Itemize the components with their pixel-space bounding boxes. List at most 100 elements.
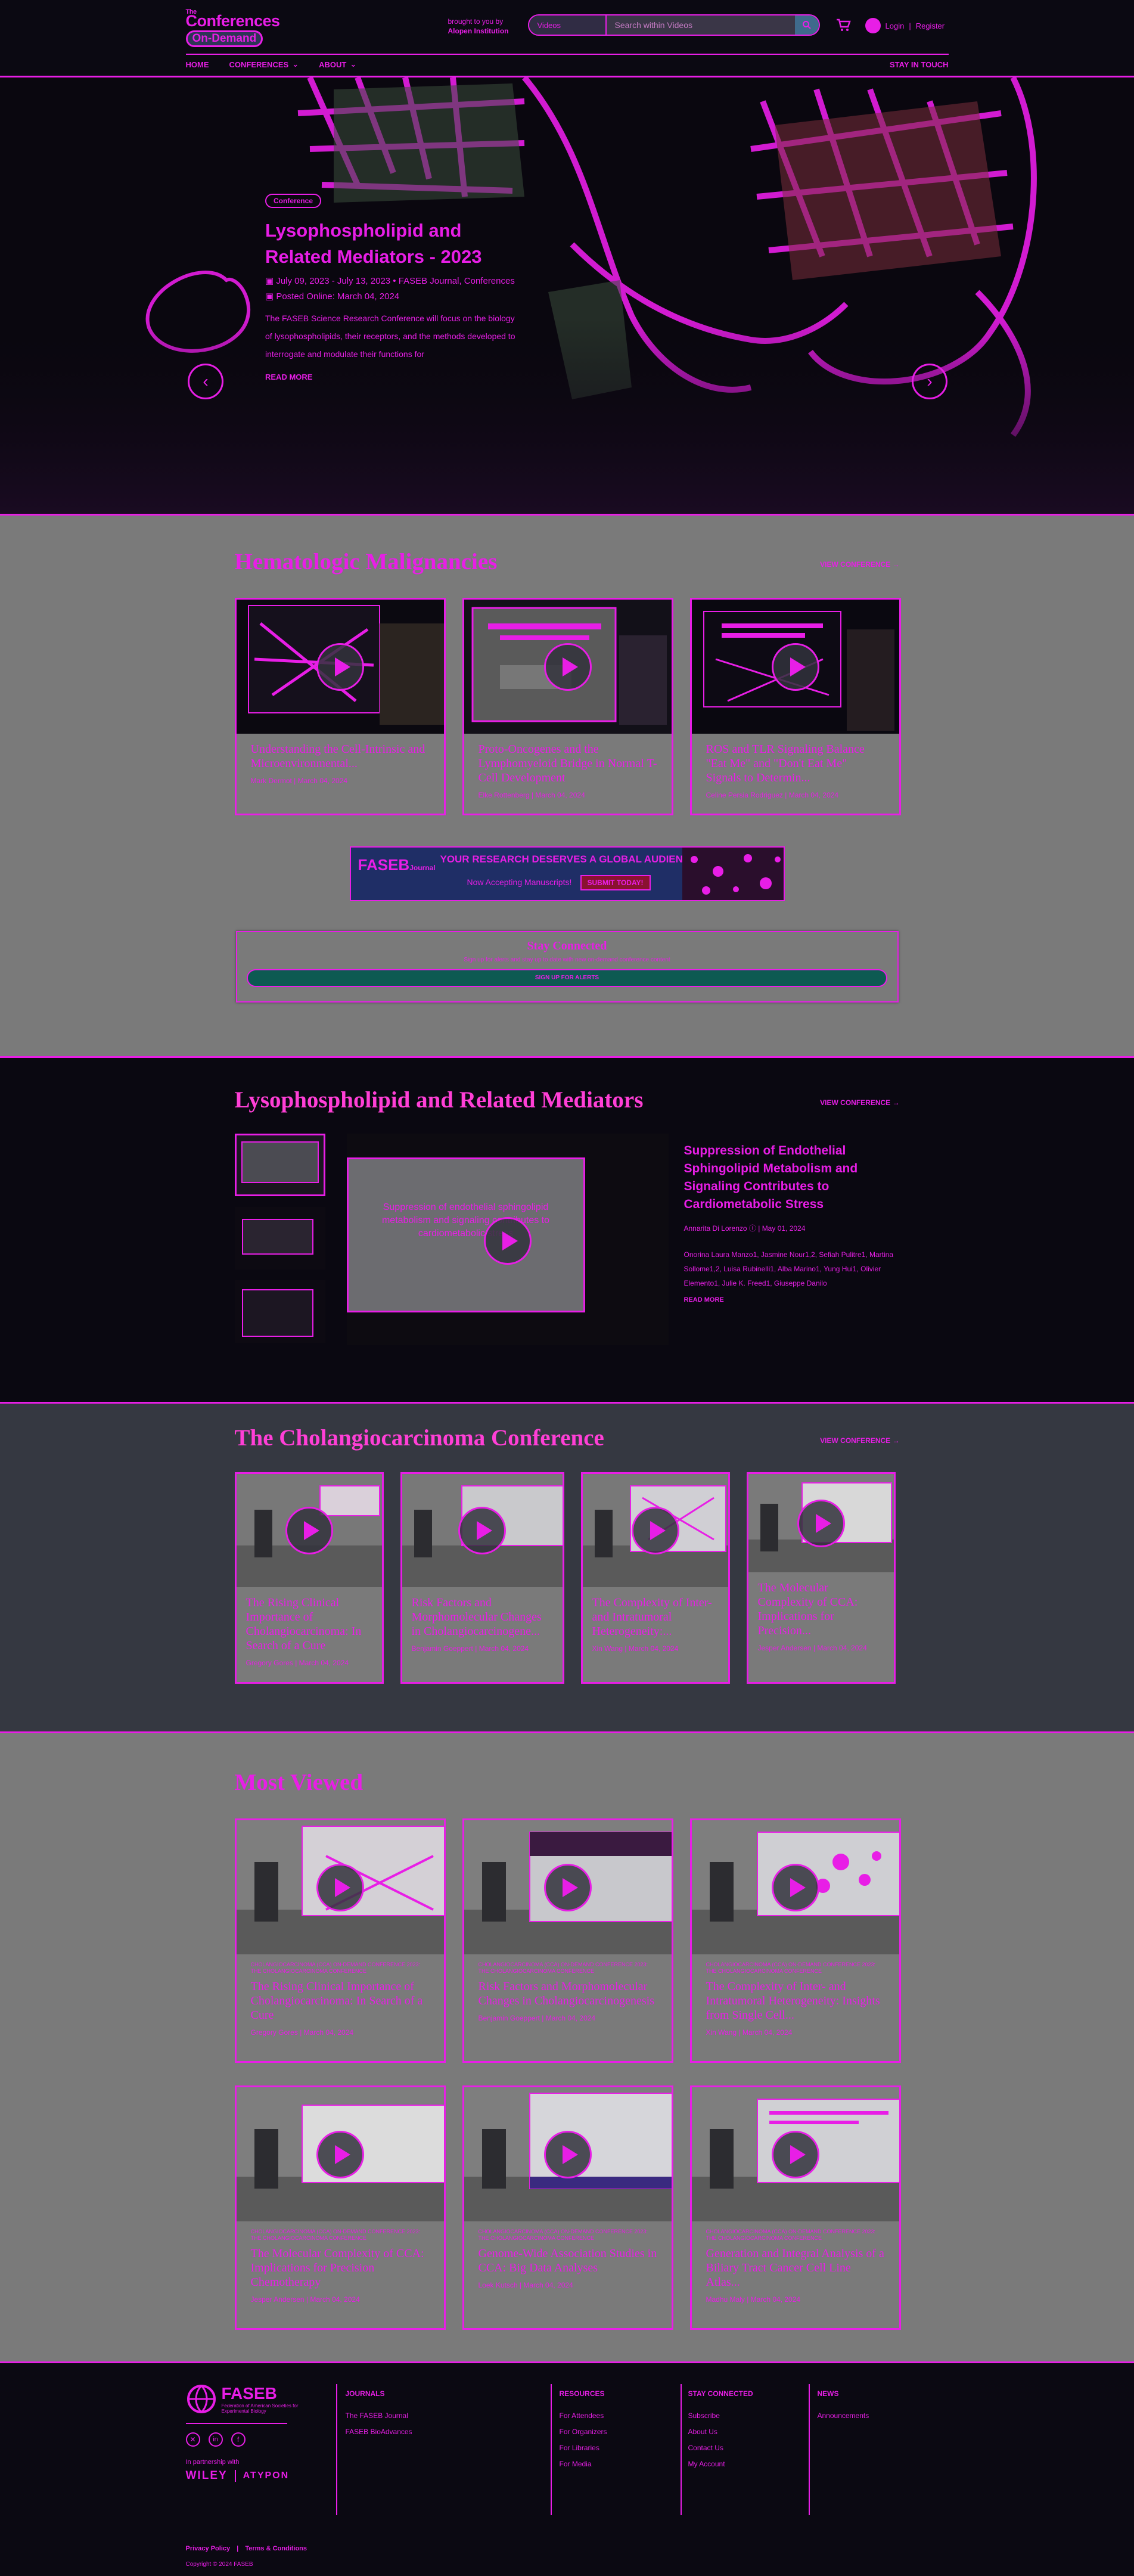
atypon-logo[interactable]: ATYPON: [243, 2471, 289, 2481]
footer-column-heading: STAY CONNECTED: [688, 2389, 753, 2398]
slide-thumb[interactable]: [234, 1207, 325, 1270]
section-most-viewed: Most Viewed CHOLANGIOCARCINOMA (CCA) ON-…: [0, 1733, 1134, 2363]
footer-link[interactable]: For Media: [560, 2456, 607, 2472]
video-card[interactable]: The Molecular Complexity of CCA: Implica…: [746, 1472, 896, 1684]
cart-icon[interactable]: [835, 18, 851, 32]
play-icon[interactable]: [543, 643, 592, 691]
privacy-policy-link[interactable]: Privacy Policy: [186, 2545, 231, 2552]
play-icon[interactable]: [483, 1217, 532, 1265]
video-title[interactable]: ROS and TLR Signaling Balance "Eat Me" a…: [706, 742, 885, 785]
video-title[interactable]: The Rising Clinical Importance of Cholan…: [251, 1979, 430, 2022]
banner-cta[interactable]: SUBMIT TODAY!: [580, 875, 651, 890]
nav-home[interactable]: HOME: [186, 60, 209, 69]
footer-link[interactable]: FASEB BioAdvances: [346, 2424, 412, 2440]
video-title[interactable]: The Rising Clinical Importance of Cholan…: [246, 1596, 372, 1653]
carousel-next-button[interactable]: ›: [912, 364, 947, 399]
footer-link[interactable]: Subscribe: [688, 2408, 753, 2424]
play-icon[interactable]: [543, 1863, 592, 1911]
search-scope-select[interactable]: Videos: [529, 15, 607, 35]
footer-link[interactable]: For Attendees: [560, 2408, 607, 2424]
video-card[interactable]: Risk Factors and Morphomolecular Changes…: [400, 1472, 564, 1684]
carousel-prev-button[interactable]: ‹: [188, 364, 223, 399]
slide-thumb[interactable]: [234, 1280, 325, 1343]
login-link[interactable]: Login: [886, 21, 905, 30]
play-icon[interactable]: [797, 1499, 845, 1547]
card-row: Understanding the Cell-Intrinsic and Mic…: [234, 598, 901, 815]
section-title: The Cholangiocarcinoma Conference: [234, 1425, 604, 1451]
hero-background-art: [0, 77, 1134, 514]
footer-link[interactable]: About Us: [688, 2424, 753, 2440]
terms-link[interactable]: Terms & Conditions: [245, 2545, 307, 2552]
video-title[interactable]: The Complexity of Inter- and Intratumora…: [592, 1596, 719, 1638]
play-icon[interactable]: [316, 643, 364, 691]
site-footer: FASEB Federation of American Societies fo…: [0, 2363, 1134, 2576]
play-icon[interactable]: [771, 2130, 819, 2178]
wiley-logo[interactable]: WILEY: [186, 2469, 228, 2482]
play-icon[interactable]: [316, 2130, 364, 2178]
slide-thumb-selected[interactable]: [234, 1134, 325, 1196]
video-card[interactable]: Proto-Oncogenes and the Lymphomyeloid Br…: [462, 598, 673, 815]
video-card[interactable]: CHOLANGIOCARCINOMA (CCA) ON-DEMAND CONFE…: [234, 2085, 446, 2330]
footer-link[interactable]: For Organizers: [560, 2424, 607, 2440]
featured-read-more[interactable]: READ MORE: [684, 1296, 899, 1303]
play-icon[interactable]: [285, 1507, 333, 1554]
search-button[interactable]: [794, 15, 819, 35]
video-card[interactable]: The Complexity of Inter- and Intratumora…: [580, 1472, 730, 1684]
play-icon[interactable]: [543, 2130, 592, 2178]
video-title[interactable]: Understanding the Cell-Intrinsic and Mic…: [251, 742, 430, 771]
footer-link[interactable]: The FASEB Journal: [346, 2408, 412, 2424]
video-title[interactable]: The Complexity of Inter- and Intratumora…: [706, 1979, 885, 2022]
faseb-journal-banner[interactable]: FASEBJournal YOUR RESEARCH DESERVES A GL…: [349, 846, 785, 901]
video-card[interactable]: CHOLANGIOCARCINOMA (CCA) ON-DEMAND CONFE…: [462, 2085, 673, 2330]
search-input[interactable]: Search within Videos: [606, 15, 795, 35]
play-icon[interactable]: [316, 1863, 364, 1911]
view-conference-link[interactable]: VIEW CONFERENCE →: [820, 1436, 899, 1445]
video-card[interactable]: CHOLANGIOCARCINOMA (CCA) ON-DEMAND CONFE…: [462, 1818, 673, 2063]
video-card[interactable]: CHOLANGIOCARCINOMA (CCA) ON-DEMAND CONFE…: [689, 2085, 901, 2330]
video-card[interactable]: CHOLANGIOCARCINOMA (CCA) ON-DEMAND CONFE…: [689, 1818, 901, 2063]
featured-video[interactable]: Suppression of endothelial sphingolipid …: [346, 1134, 669, 1345]
featured-details: Suppression of Endothelial Sphingolipid …: [684, 1134, 899, 1345]
view-conference-link[interactable]: VIEW CONFERENCE →: [820, 1098, 899, 1107]
video-title[interactable]: Generation and Integral Analysis of a Bi…: [706, 2246, 885, 2289]
video-thumbnail: [691, 1820, 899, 1954]
hero-read-more[interactable]: READ MORE: [265, 373, 515, 381]
play-icon[interactable]: [631, 1507, 679, 1554]
video-title[interactable]: Risk Factors and Morphomolecular Changes…: [479, 1979, 657, 2008]
footer-link[interactable]: For Libraries: [560, 2440, 607, 2456]
video-card[interactable]: ROS and TLR Signaling Balance "Eat Me" a…: [689, 598, 901, 815]
view-conference-link[interactable]: VIEW CONFERENCE →: [820, 560, 899, 569]
hero-title[interactable]: Lysophospholipid and Related Mediators -…: [265, 218, 515, 270]
video-date: March 04, 2024: [535, 791, 585, 799]
play-icon[interactable]: [458, 1507, 506, 1554]
video-title[interactable]: Genome-Wide Association Studies in CCA: …: [479, 2246, 657, 2275]
video-title[interactable]: Proto-Oncogenes and the Lymphomyeloid Br…: [479, 742, 657, 785]
linkedin-icon[interactable]: in: [208, 2432, 223, 2447]
video-title[interactable]: Risk Factors and Morphomolecular Changes…: [412, 1596, 553, 1638]
register-link[interactable]: Register: [916, 21, 945, 30]
x-twitter-icon[interactable]: ✕: [185, 2432, 200, 2447]
video-title[interactable]: The Molecular Complexity of CCA: Implica…: [758, 1581, 884, 1638]
play-icon[interactable]: [771, 1863, 819, 1911]
facebook-icon[interactable]: f: [231, 2432, 246, 2447]
stay-connected-title: Stay Connected: [527, 939, 607, 952]
slide-thumb-image: [241, 1289, 313, 1337]
sign-up-alerts-button[interactable]: SIGN UP FOR ALERTS: [247, 969, 887, 987]
featured-title[interactable]: Suppression of Endothelial Sphingolipid …: [684, 1142, 899, 1213]
hero-posted: Posted Online: March 04, 2024: [276, 291, 400, 302]
video-card[interactable]: The Rising Clinical Importance of Cholan…: [234, 1472, 384, 1684]
footer-link[interactable]: My Account: [688, 2456, 753, 2472]
banner-pattern: [682, 848, 784, 900]
video-author: Jesper Andersen: [250, 2295, 305, 2304]
stay-in-touch-link[interactable]: STAY IN TOUCH: [890, 60, 948, 69]
video-byline: Jesper Andersen | March 04, 2024: [250, 2295, 360, 2304]
play-icon[interactable]: [771, 643, 819, 691]
nav-about[interactable]: ABOUT ⌄: [319, 60, 356, 69]
footer-link[interactable]: Contact Us: [688, 2440, 753, 2456]
video-title[interactable]: The Molecular Complexity of CCA: Implica…: [251, 2246, 430, 2289]
nav-conferences[interactable]: CONFERENCES ⌄: [229, 60, 299, 69]
video-card[interactable]: Understanding the Cell-Intrinsic and Mic…: [234, 598, 446, 815]
site-logo[interactable]: The Conferences On-Demand: [185, 8, 287, 47]
video-card[interactable]: CHOLANGIOCARCINOMA (CCA) ON-DEMAND CONFE…: [234, 1818, 446, 2063]
footer-link[interactable]: Announcements: [818, 2408, 869, 2424]
